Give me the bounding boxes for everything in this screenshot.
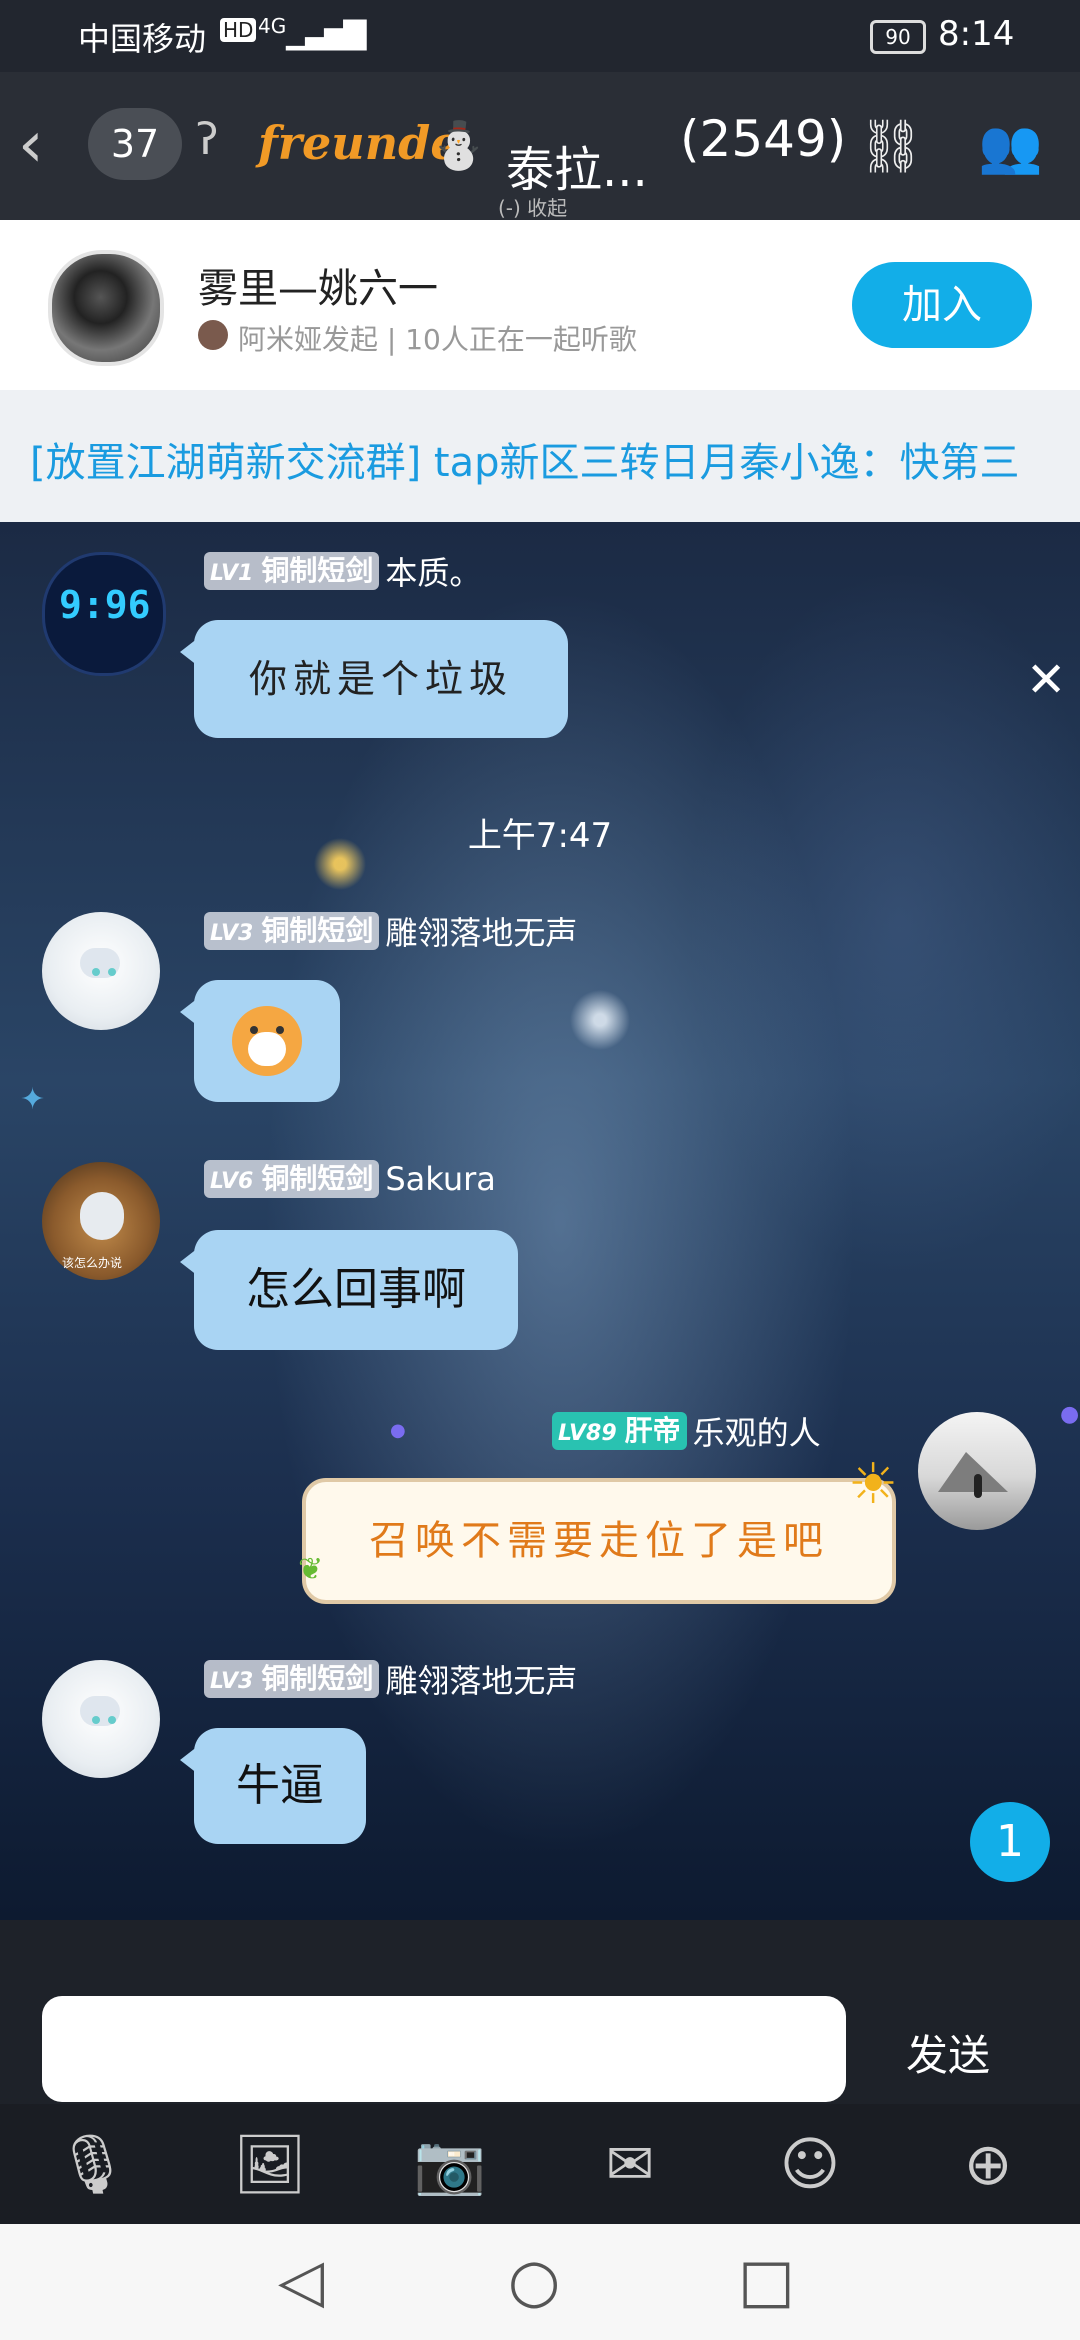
level-badge: LV1 铜制短剑 — [204, 552, 380, 590]
sender-name[interactable]: Sakura — [385, 1160, 496, 1198]
message-bubble[interactable] — [180, 980, 340, 1102]
sender-name[interactable]: 雕翎落地无声 — [385, 1662, 577, 1700]
sparkle-icon: ✕ — [1026, 652, 1067, 708]
message-input[interactable] — [42, 1996, 846, 2102]
clock-avatar-text: 9:96 — [59, 583, 151, 627]
avatar[interactable] — [42, 1660, 160, 1778]
leaf-icon: ❦ — [298, 1552, 324, 1587]
star-decoration: ✦ — [20, 1082, 46, 1117]
star-decoration: ● — [1060, 1402, 1080, 1427]
clock: 8:14 — [938, 14, 1015, 54]
send-button[interactable]: 发送 — [906, 2022, 990, 2083]
emoji-icon[interactable]: ☺ — [770, 2124, 850, 2204]
album-cover[interactable] — [48, 250, 164, 366]
nav-home-icon[interactable]: ○ — [508, 2246, 560, 2316]
share-link-icon[interactable]: ⛓ — [858, 116, 924, 177]
message-bubble[interactable]: 牛逼 — [180, 1728, 366, 1844]
member-count: (2549) — [680, 110, 847, 168]
camera-icon[interactable]: 📷 — [410, 2124, 490, 2204]
listen-subtitle: 阿米娅发起 | 10人正在一起听歌 — [238, 323, 637, 356]
song-title: 雾里—姚六一 — [198, 266, 438, 312]
unread-count-badge[interactable]: 37 — [88, 108, 182, 180]
nav-back-icon[interactable]: ◁ — [278, 2246, 324, 2316]
avatar[interactable]: 该怎么办说 — [42, 1162, 160, 1280]
carrier-label: 中国移动 — [78, 20, 207, 58]
avatar[interactable]: 9:96 — [42, 552, 166, 676]
level-badge: LV89 肝帝 — [552, 1412, 687, 1450]
battery-icon: 90 — [870, 20, 926, 54]
avatar[interactable] — [42, 912, 160, 1030]
sender-name[interactable]: 本质。 — [385, 554, 481, 592]
plus-icon[interactable]: ⊕ — [948, 2124, 1028, 2204]
message-bubble[interactable]: 召唤不需要走位了是吧 — [302, 1478, 896, 1604]
ear-icon[interactable]: ʔ — [196, 114, 218, 165]
red-packet-icon[interactable]: ✉ — [590, 2124, 670, 2204]
ghost-icon: ⛄ — [430, 118, 488, 172]
status-bar: 中国移动 HD 4G ▁▃▅▇ 90 8:14 — [0, 0, 1080, 72]
microphone-icon[interactable]: 🎙 — [52, 2124, 132, 2204]
sender-line: LV89 肝帝 乐观的人 — [552, 1408, 821, 1454]
sender-line: LV6 铜制短剑 Sakura — [204, 1158, 496, 1198]
level-badge: LV3 铜制短剑 — [204, 912, 380, 950]
level-badge: LV3 铜制短剑 — [204, 1660, 380, 1698]
message-bubble[interactable]: 你就是个垃圾 — [180, 620, 568, 738]
members-icon[interactable]: 👥 — [978, 116, 1043, 177]
announcement-text[interactable]: [放置江湖萌新交流群] tap新区三转日月秦小逸：快第三 — [30, 430, 1020, 488]
sender-line: LV3 铜制短剑 雕翎落地无声 — [204, 1656, 577, 1702]
network-label: 4G — [258, 14, 287, 38]
collapse-label[interactable]: (-) 收起 — [498, 192, 567, 221]
avatar[interactable] — [918, 1412, 1036, 1530]
level-badge: LV6 铜制短剑 — [204, 1160, 380, 1198]
sender-line: LV3 铜制短剑 雕翎落地无声 — [204, 908, 577, 954]
sender-name[interactable]: 乐观的人 — [693, 1414, 821, 1452]
join-button[interactable]: 加入 — [852, 262, 1032, 348]
new-message-badge[interactable]: 1 — [970, 1802, 1050, 1882]
message-bubble[interactable]: 怎么回事啊 — [180, 1230, 518, 1350]
image-icon[interactable]: 🖼 — [230, 2124, 310, 2204]
hd-badge: HD — [220, 18, 257, 42]
signal-icon: ▁▃▅▇ — [286, 16, 366, 51]
star-decoration: ● — [390, 1420, 406, 1441]
chat-area[interactable]: ✦ ● ● ✕ 9:96 LV1 铜制短剑 本质。 你就是个垃圾 上午7:47 LV… — [0, 522, 1080, 1920]
timestamp: 上午7:47 — [467, 816, 613, 856]
chat-title[interactable]: 泰拉... — [506, 130, 648, 200]
nav-recents-icon[interactable]: □ — [738, 2246, 795, 2316]
chat-header: ‹ 37 ʔ freunde ⛄ 泰拉... (-) 收起 (2549) ⛓ 👥 — [0, 72, 1080, 220]
avatar-caption: 该怎么办说 — [62, 1256, 123, 1270]
sun-icon: ☀ — [848, 1452, 899, 1517]
shiba-sticker-icon — [232, 1006, 302, 1076]
host-avatar — [198, 320, 228, 350]
chevron-left-icon[interactable]: ‹ — [18, 108, 44, 182]
sender-name[interactable]: 雕翎落地无声 — [385, 914, 577, 952]
sender-line: LV1 铜制短剑 本质。 — [204, 548, 481, 594]
input-toolbar — [0, 2104, 1080, 2224]
